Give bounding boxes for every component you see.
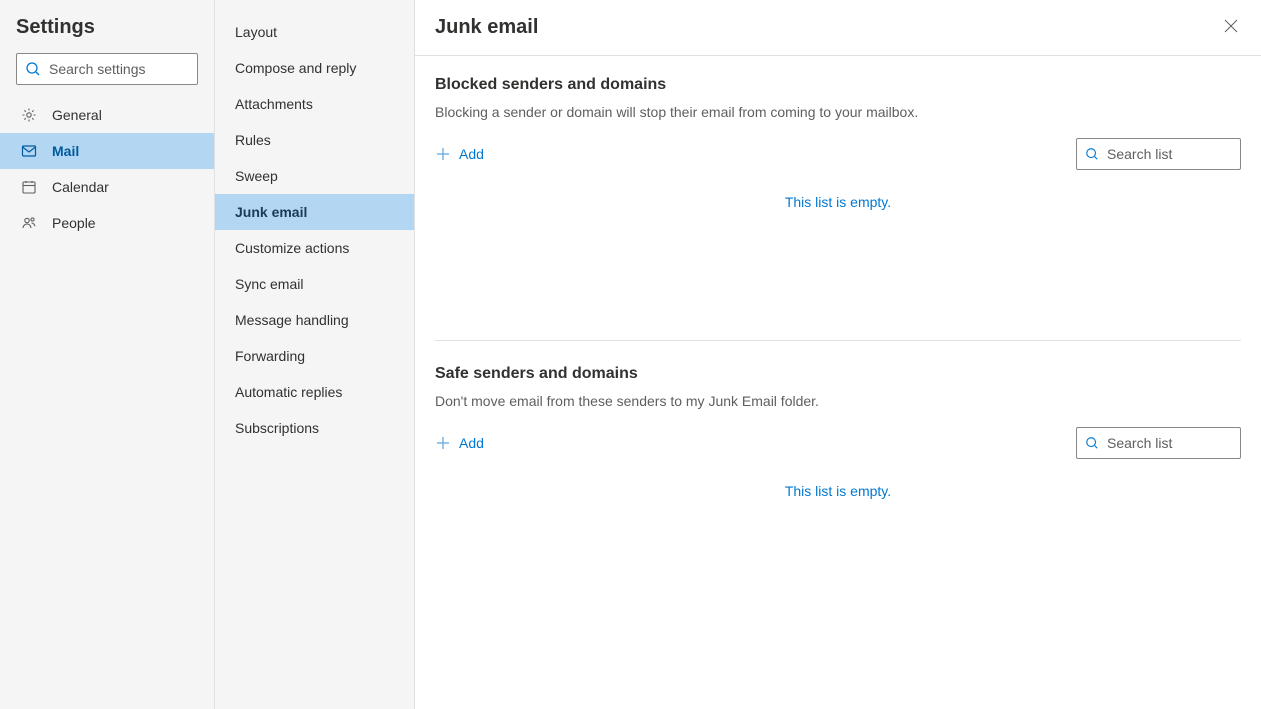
safe-senders-description: Don't move email from these senders to m… — [435, 393, 1241, 409]
plus-icon — [435, 435, 451, 451]
subcategory-compose-and-reply[interactable]: Compose and reply — [215, 50, 414, 86]
category-mail[interactable]: Mail — [0, 133, 214, 169]
plus-icon — [435, 146, 451, 162]
category-people[interactable]: People — [0, 205, 214, 241]
safe-add-label: Add — [459, 435, 484, 451]
subcategory-subscriptions[interactable]: Subscriptions — [215, 410, 414, 446]
blocked-search-input[interactable] — [1105, 145, 1261, 163]
safe-senders-section: Safe senders and domains Don't move emai… — [435, 365, 1241, 569]
safe-senders-heading: Safe senders and domains — [435, 365, 1241, 383]
main-header: Junk email — [415, 0, 1261, 56]
settings-subcategories-sidebar: Layout Compose and reply Attachments Rul… — [215, 0, 415, 709]
blocked-search-box[interactable] — [1076, 138, 1241, 170]
settings-title: Settings — [16, 16, 214, 39]
calendar-icon — [20, 178, 38, 196]
safe-search-input[interactable] — [1105, 434, 1261, 452]
category-general[interactable]: General — [0, 97, 214, 133]
people-icon — [20, 214, 38, 232]
page-title: Junk email — [435, 16, 538, 39]
subcategory-attachments[interactable]: Attachments — [215, 86, 414, 122]
search-icon — [1085, 436, 1099, 450]
safe-add-button[interactable]: Add — [435, 435, 484, 451]
category-label: General — [52, 107, 102, 123]
subcategory-customize-actions[interactable]: Customize actions — [215, 230, 414, 266]
gear-icon — [20, 106, 38, 124]
category-label: People — [52, 215, 96, 231]
category-label: Mail — [52, 143, 79, 159]
close-button[interactable] — [1219, 14, 1243, 38]
search-icon — [1085, 147, 1099, 161]
subcategory-sync-email[interactable]: Sync email — [215, 266, 414, 302]
blocked-senders-section: Blocked senders and domains Blocking a s… — [435, 76, 1241, 341]
settings-categories-sidebar: Settings General Mail Cal — [0, 0, 215, 709]
subcategory-automatic-replies[interactable]: Automatic replies — [215, 374, 414, 410]
close-icon — [1224, 19, 1238, 33]
search-icon — [25, 61, 41, 77]
blocked-add-button[interactable]: Add — [435, 146, 484, 162]
main-panel: Junk email Blocked senders and domains B… — [415, 0, 1261, 709]
subcategory-forwarding[interactable]: Forwarding — [215, 338, 414, 374]
subcategory-junk-email[interactable]: Junk email — [215, 194, 414, 230]
safe-empty-message: This list is empty. — [435, 477, 1241, 539]
search-settings-box[interactable] — [16, 53, 198, 85]
blocked-senders-description: Blocking a sender or domain will stop th… — [435, 104, 1241, 120]
subcategory-layout[interactable]: Layout — [215, 14, 414, 50]
search-settings-input[interactable] — [47, 60, 232, 78]
subcategory-sweep[interactable]: Sweep — [215, 158, 414, 194]
category-label: Calendar — [52, 179, 109, 195]
category-calendar[interactable]: Calendar — [0, 169, 214, 205]
subcategory-message-handling[interactable]: Message handling — [215, 302, 414, 338]
mail-icon — [20, 142, 38, 160]
blocked-senders-heading: Blocked senders and domains — [435, 76, 1241, 94]
safe-search-box[interactable] — [1076, 427, 1241, 459]
subcategory-rules[interactable]: Rules — [215, 122, 414, 158]
blocked-add-label: Add — [459, 146, 484, 162]
blocked-empty-message: This list is empty. — [435, 188, 1241, 310]
